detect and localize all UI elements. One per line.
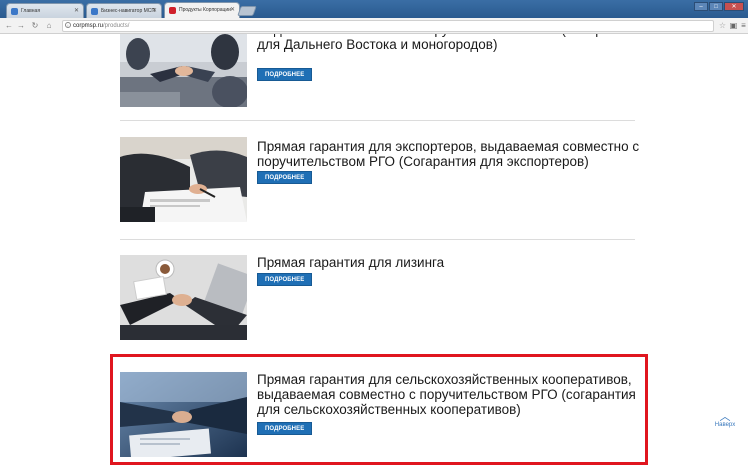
- chevron-up-icon: ︿: [719, 411, 731, 423]
- tab-home[interactable]: Главная ✕: [6, 3, 84, 18]
- close-icon[interactable]: ✕: [152, 7, 157, 14]
- product-title[interactable]: Прямая гарантия для лизинга: [257, 255, 647, 270]
- forward-arrow-icon[interactable]: →: [16, 20, 26, 31]
- product-image: [120, 255, 247, 340]
- minimize-button[interactable]: –: [694, 2, 708, 11]
- star-icon[interactable]: ☆: [718, 21, 727, 30]
- new-tab-button[interactable]: [237, 6, 257, 16]
- more-details-button[interactable]: ПОДРОБНЕЕ: [257, 273, 313, 286]
- window-close-button[interactable]: ✕: [724, 2, 744, 11]
- products-page: выдаваемая совместно с поручительством Р…: [0, 34, 748, 475]
- back-arrow-icon[interactable]: ←: [4, 20, 14, 31]
- more-details-button[interactable]: ПОДРОБНЕЕ: [257, 171, 313, 184]
- tab-title: Продукты Корпорации: [179, 7, 231, 13]
- menu-icon[interactable]: ≡: [739, 21, 748, 30]
- reload-icon[interactable]: ↻: [30, 20, 40, 31]
- site-favicon-icon: [169, 7, 176, 14]
- close-icon[interactable]: ✕: [74, 7, 79, 14]
- home-icon[interactable]: ⌂: [44, 20, 54, 31]
- maximize-button[interactable]: □: [709, 2, 723, 11]
- back-to-top-button[interactable]: ︿ Наверх: [711, 411, 739, 429]
- address-bar[interactable]: i corpmsp.ru/products/: [62, 20, 714, 32]
- product-image: [120, 137, 247, 222]
- product-title[interactable]: Прямая гарантия для экспортеров, выдавае…: [257, 139, 647, 169]
- highlight-frame: [110, 354, 648, 465]
- extension-icon[interactable]: ▣: [729, 21, 738, 30]
- tab-title: Главная: [21, 8, 41, 14]
- url-host: corpmsp.ru: [73, 23, 104, 29]
- info-icon[interactable]: i: [65, 22, 71, 28]
- back-to-top-label: Наверх: [714, 422, 736, 428]
- globe-icon: [91, 8, 98, 15]
- browser-toolbar: ← → ↻ ⌂ i corpmsp.ru/products/ ☆ ▣ ≡: [0, 18, 748, 34]
- product-image: [120, 34, 247, 107]
- tab-business-navigator[interactable]: Бизнес-навигатор МСП ✕: [86, 3, 162, 18]
- browser-tab-bar: Главная ✕ Бизнес-навигатор МСП ✕ Продукт…: [0, 0, 748, 18]
- url-path: /products/: [103, 23, 130, 29]
- tab-title: Бизнес-навигатор МСП: [101, 8, 156, 14]
- product-title[interactable]: выдаваемая совместно с поручительством Р…: [257, 34, 647, 52]
- divider: [120, 120, 635, 121]
- globe-icon: [11, 8, 18, 15]
- tab-products[interactable]: Продукты Корпорации ✕: [164, 2, 240, 18]
- divider: [120, 239, 635, 240]
- more-details-button[interactable]: ПОДРОБНЕЕ: [257, 68, 313, 81]
- close-icon[interactable]: ✕: [230, 6, 235, 13]
